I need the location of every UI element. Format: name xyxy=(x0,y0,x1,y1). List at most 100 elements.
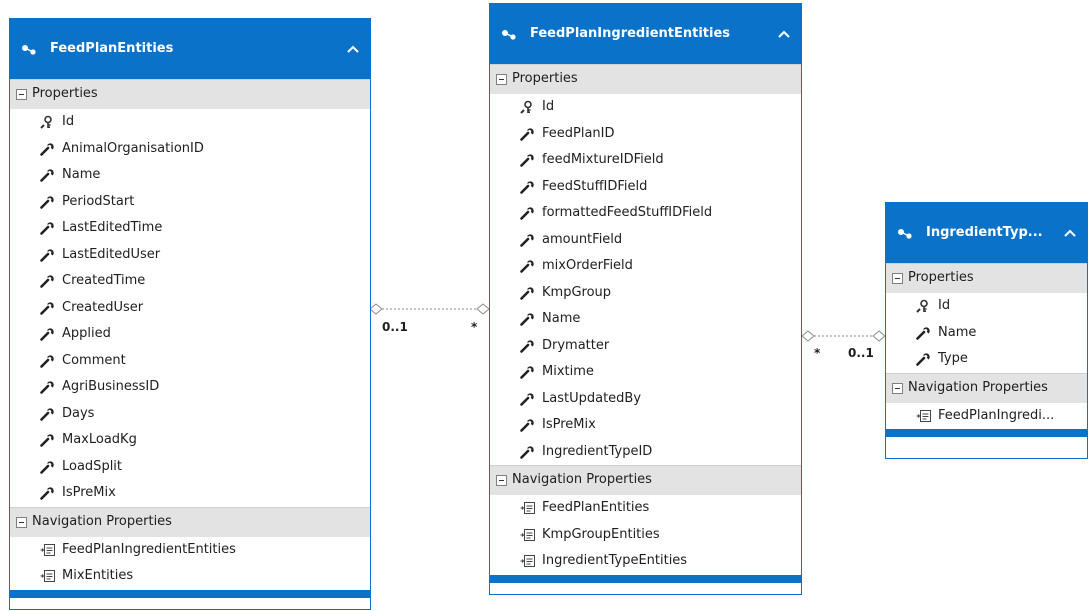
property-name: FeedPlanID xyxy=(542,125,615,141)
wrench-icon xyxy=(40,195,56,209)
property-name: KmpGroup xyxy=(542,284,612,300)
property-name: FeedPlanIngredi... xyxy=(938,407,1055,423)
section-label: Navigation Properties xyxy=(908,379,1048,395)
diamond-end-icon xyxy=(369,303,383,315)
property-row[interactable]: Name xyxy=(10,162,370,189)
property-row[interactable]: Name xyxy=(490,306,801,333)
collapse-toggle-icon[interactable] xyxy=(496,475,507,486)
property-row[interactable]: PeriodStart xyxy=(10,189,370,216)
property-row[interactable]: mixOrderField xyxy=(490,253,801,280)
property-row[interactable]: FeedPlanIngredientEntities xyxy=(10,537,370,564)
entity-footer xyxy=(490,574,801,583)
wrench-icon xyxy=(520,153,536,167)
property-row[interactable]: Comment xyxy=(10,348,370,375)
property-row[interactable]: LoadSplit xyxy=(10,454,370,481)
chevron-up-icon[interactable] xyxy=(346,43,360,55)
wrench-icon xyxy=(40,460,56,474)
collapse-toggle-icon[interactable] xyxy=(16,89,27,100)
section-header[interactable]: Navigation Properties xyxy=(10,506,370,537)
property-row[interactable]: Name xyxy=(886,320,1087,347)
property-name: feedMixtureIDField xyxy=(542,152,664,167)
property-row[interactable]: Type xyxy=(886,346,1087,373)
property-row[interactable]: CreatedTime xyxy=(10,268,370,295)
property-name: CreatedUser xyxy=(62,299,144,315)
property-name: IngredientTypeEntities xyxy=(542,553,688,568)
property-name: Applied xyxy=(62,326,111,341)
property-name: Type xyxy=(938,351,968,366)
property-row[interactable]: KmpGroupEntities xyxy=(490,522,801,549)
association-feedplan-to-ingredient[interactable] xyxy=(369,303,490,315)
wrench-icon xyxy=(40,407,56,421)
entity-feedplaningrediententities[interactable]: FeedPlanIngredientEntities Properties Id Fe… xyxy=(489,3,802,595)
wrench-icon xyxy=(40,301,56,315)
property-row[interactable]: IngredientTypeID xyxy=(490,439,801,466)
section-header[interactable]: Navigation Properties xyxy=(490,465,801,495)
entity-footer xyxy=(886,429,1087,437)
section-label: Navigation Properties xyxy=(512,472,652,487)
wrench-icon xyxy=(40,354,56,368)
wrench-icon xyxy=(40,274,56,288)
section-header[interactable]: Properties xyxy=(10,79,370,109)
property-name: Mixtime xyxy=(542,364,594,379)
property-name: Id xyxy=(62,114,75,129)
property-name: LastEditedUser xyxy=(62,246,161,262)
collapse-toggle-icon[interactable] xyxy=(892,382,903,394)
property-row[interactable]: Id xyxy=(490,94,801,121)
property-row[interactable]: Drymatter xyxy=(490,333,801,360)
property-row[interactable]: LastEditedUser xyxy=(10,242,370,269)
property-row[interactable]: Applied xyxy=(10,321,370,348)
property-row[interactable]: LastUpdatedBy xyxy=(490,386,801,413)
property-name: Drymatter xyxy=(542,337,610,353)
property-row[interactable]: FeedStuffIDField xyxy=(490,174,801,201)
section-header[interactable]: Navigation Properties xyxy=(886,372,1087,403)
property-row[interactable]: formattedFeedStuffIDField xyxy=(490,200,801,227)
entity-header[interactable]: FeedPlanEntities xyxy=(10,19,370,79)
property-row[interactable]: IsPreMix xyxy=(490,412,801,439)
entity-feedplanentities[interactable]: FeedPlanEntities Properties Id AnimalOrgani… xyxy=(9,18,371,610)
property-row[interactable]: LastEditedTime xyxy=(10,215,370,242)
property-row[interactable]: MaxLoadKg xyxy=(10,427,370,454)
property-row[interactable]: FeedPlanID xyxy=(490,121,801,148)
property-name: Name xyxy=(542,311,581,326)
property-row[interactable]: AgriBusinessID xyxy=(10,374,370,401)
section-header[interactable]: Properties xyxy=(490,64,801,94)
collapse-toggle-icon[interactable] xyxy=(496,74,507,85)
property-name: formattedFeedStuffIDField xyxy=(542,205,713,220)
association-ingredient-to-type[interactable] xyxy=(801,330,886,342)
diamond-end-icon xyxy=(872,330,886,342)
entity-header[interactable]: FeedPlanIngredientEntities xyxy=(490,4,801,64)
property-row[interactable]: Mixtime xyxy=(490,359,801,386)
property-row[interactable]: Days xyxy=(10,401,370,428)
wrench-icon xyxy=(40,248,56,262)
property-row[interactable]: FeedPlanIngredi... xyxy=(886,403,1087,430)
property-row[interactable]: AnimalOrganisationID xyxy=(10,136,370,163)
property-row[interactable]: FeedPlanEntities xyxy=(490,495,801,522)
entity-footer xyxy=(10,589,370,598)
section-header[interactable]: Properties xyxy=(886,263,1087,293)
section-label: Properties xyxy=(512,71,578,86)
property-row[interactable]: Id xyxy=(886,293,1087,320)
property-name: Id xyxy=(938,298,951,313)
chevron-up-icon[interactable] xyxy=(1063,227,1077,239)
collapse-toggle-icon[interactable] xyxy=(892,273,903,284)
entity-ingredienttype[interactable]: IngredientTyp... Properties Id Name Type Navi… xyxy=(885,202,1088,459)
property-name: Days xyxy=(62,405,95,421)
wrench-icon xyxy=(520,286,536,300)
property-name: IsPreMix xyxy=(542,417,596,432)
wrench-icon xyxy=(40,380,56,394)
navigation-property-icon xyxy=(916,409,932,423)
property-row[interactable]: KmpGroup xyxy=(490,280,801,307)
wrench-icon xyxy=(520,445,536,459)
chevron-up-icon[interactable] xyxy=(777,28,791,40)
property-row[interactable]: Id xyxy=(10,109,370,136)
property-row[interactable]: IsPreMix xyxy=(10,480,370,507)
collapse-toggle-icon[interactable] xyxy=(16,516,27,528)
property-row[interactable]: feedMixtureIDField xyxy=(490,147,801,174)
entity-header[interactable]: IngredientTyp... xyxy=(886,203,1087,263)
property-row[interactable]: amountField xyxy=(490,227,801,254)
property-name: Comment xyxy=(62,352,126,368)
property-name: Name xyxy=(938,324,977,340)
property-row[interactable]: CreatedUser xyxy=(10,295,370,322)
property-row[interactable]: IngredientTypeEntities xyxy=(490,548,801,575)
property-row[interactable]: MixEntities xyxy=(10,563,370,590)
